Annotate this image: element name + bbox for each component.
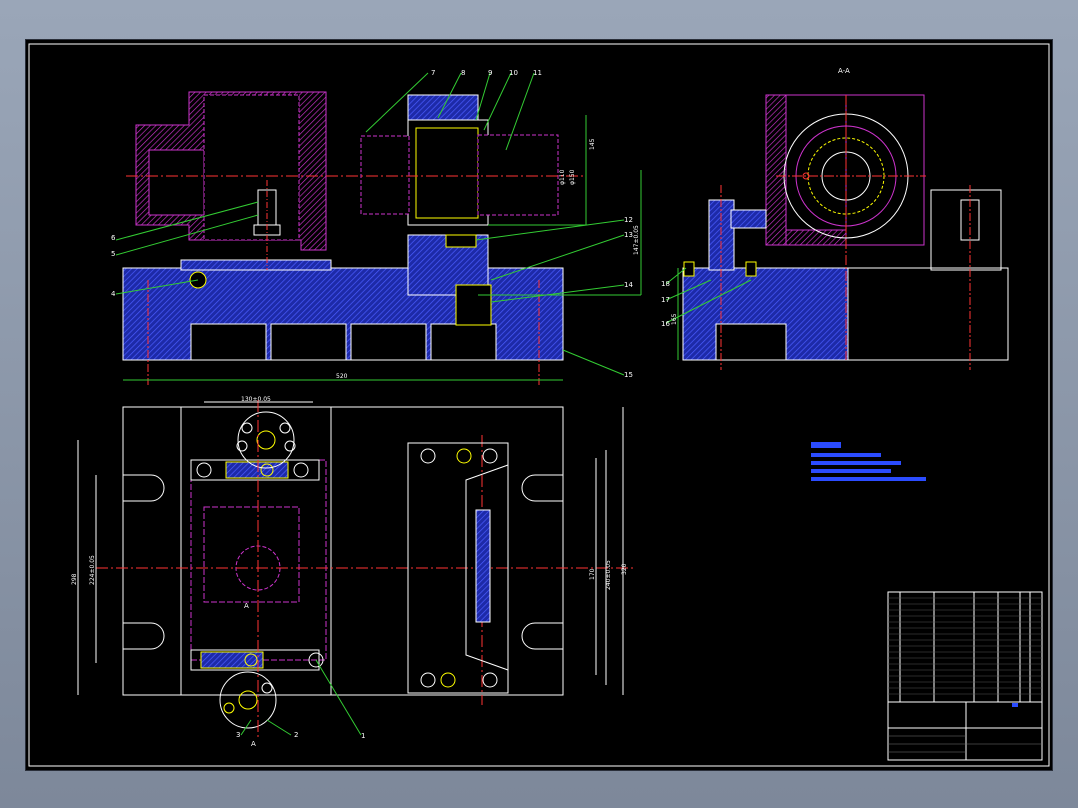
technical-notes xyxy=(811,442,926,481)
dimension-overall-length: 520 xyxy=(336,373,348,380)
part-number-9: 9 xyxy=(488,69,492,77)
dimension-bore-1: φ110 xyxy=(559,169,566,185)
part-number-15: 15 xyxy=(624,371,633,379)
part-number-12: 12 xyxy=(624,216,633,224)
dimension-width-top: 130±0.05 xyxy=(241,396,271,403)
part-number-10: 10 xyxy=(509,69,518,77)
dimension-left-outer: 298 xyxy=(71,573,78,585)
part-number-18: 18 xyxy=(661,280,670,288)
part-number-17: 17 xyxy=(661,296,670,304)
part-number-6: 6 xyxy=(111,234,116,242)
part-number-8: 8 xyxy=(461,69,465,77)
drawing-sheet[interactable]: 520 φ110 φ150 147±0.05 145 7 8 9 10 11 6… xyxy=(26,40,1052,770)
plan-view: 130±0.05 298 224±0.05 170 240±0.05 320 A… xyxy=(71,396,636,748)
section-view-a-a: A-A 18 17 16 165 xyxy=(661,67,1009,370)
cad-drawing-canvas: 520 φ110 φ150 147±0.05 145 7 8 9 10 11 6… xyxy=(28,43,1050,767)
part-number-2: 2 xyxy=(294,731,298,739)
dimension-right-mid: 240±0.05 xyxy=(605,560,612,590)
dimension-right-outer: 320 xyxy=(621,563,628,575)
part-number-14: 14 xyxy=(624,281,633,289)
part-number-4: 4 xyxy=(111,290,116,298)
application-frame: 520 φ110 φ150 147±0.05 145 7 8 9 10 11 6… xyxy=(0,0,1078,808)
part-number-3: 3 xyxy=(236,731,240,739)
front-view: 520 φ110 φ150 147±0.05 145 xyxy=(122,91,642,385)
title-block xyxy=(887,591,1043,761)
section-label: A-A xyxy=(838,67,850,75)
section-mark-lower: A xyxy=(251,740,256,748)
dimension-left-inner: 224±0.05 xyxy=(89,555,96,585)
dimension-right-inner: 170 xyxy=(589,568,596,580)
part-number-16: 16 xyxy=(661,320,670,328)
part-number-11: 11 xyxy=(533,69,542,77)
part-number-5: 5 xyxy=(111,250,115,258)
dimension-bore-2: φ150 xyxy=(569,169,576,185)
dimension-height-a: 145 xyxy=(589,138,596,150)
part-number-1: 1 xyxy=(361,732,365,740)
section-mark-upper: A xyxy=(244,602,249,610)
part-number-7: 7 xyxy=(431,69,435,77)
part-number-13: 13 xyxy=(624,231,633,239)
dimension-height-b: 147±0.05 xyxy=(633,225,640,255)
dimension-side-height: 165 xyxy=(671,313,678,325)
